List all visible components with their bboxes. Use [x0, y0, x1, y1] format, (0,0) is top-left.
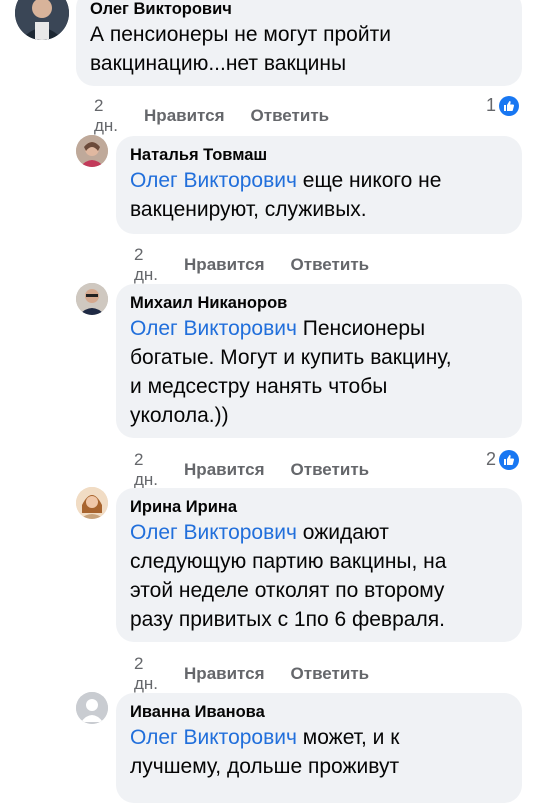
comment-actions: 2 дн. Нравится Ответить [134, 245, 369, 285]
comment-bubble: Ирина Ирина Олег Викторович ожидают след… [116, 488, 522, 642]
avatar[interactable] [76, 283, 108, 315]
comment-text-line: следующую партию вакцины, на [130, 550, 447, 573]
comment-text-line: лучшему, дольше проживут [130, 755, 400, 778]
reaction-count[interactable]: 1 [486, 95, 520, 116]
comment-text-line: разу привитых с 1по 6 февраля. [130, 608, 445, 631]
like-button[interactable]: Нравится [184, 255, 265, 275]
mention-link[interactable]: Олег Викторович [130, 726, 297, 749]
comment-text: Олег Викторович Пенсионеры богатые. Могу… [130, 314, 508, 430]
comment-actions: 2 дн. Нравится Ответить [94, 96, 329, 136]
comment-actions: 2 дн. Нравится Ответить [134, 654, 369, 694]
avatar[interactable] [15, 0, 69, 40]
comment-time[interactable]: 2 дн. [134, 654, 158, 694]
comment-text: Олег Викторович может, и к лучшему, доль… [130, 723, 508, 781]
mention-link[interactable]: Олег Викторович [130, 317, 297, 340]
comment-time[interactable]: 2 дн. [134, 450, 158, 490]
comment-text: Олег Викторович ожидают следующую партию… [130, 518, 508, 634]
comment-actions: 2 дн. Нравится Ответить [134, 450, 369, 490]
avatar-photo-icon [76, 135, 108, 167]
comment-bubble: Наталья Товмаш Олег Викторович еще никог… [116, 136, 522, 234]
avatar[interactable] [76, 487, 108, 519]
reply-button[interactable]: Ответить [291, 460, 370, 480]
comment-text-line: Пенсионеры [296, 317, 426, 340]
comment-author[interactable]: Наталья Товмаш [130, 144, 508, 166]
avatar[interactable] [76, 692, 108, 724]
comment-text-line: этой неделе отколят по второму [130, 579, 445, 602]
reaction-count[interactable]: 2 [486, 449, 520, 470]
avatar[interactable] [76, 135, 108, 167]
comment-text-line: вакцинацию...нет вакцины [90, 52, 347, 75]
like-button[interactable]: Нравится [144, 106, 225, 126]
comment-bubble: Михаил Никаноров Олег Викторович Пенсион… [116, 284, 522, 438]
mention-link[interactable]: Олег Викторович [130, 169, 297, 192]
comment-author[interactable]: Михаил Никаноров [130, 292, 508, 314]
reply-button[interactable]: Ответить [251, 106, 330, 126]
comment-author[interactable]: Ирина Ирина [130, 496, 508, 518]
comment-text-line: уколола.)) [130, 404, 229, 427]
comment-text-line: А пенсионеры не могут пройти [90, 23, 391, 46]
comment-text-line: и медсестру нанять чтобы [130, 375, 388, 398]
thumbs-up-icon [499, 449, 520, 470]
like-button[interactable]: Нравится [184, 664, 265, 684]
comment-text: Олег Викторович еще никого не вакценирую… [130, 166, 508, 224]
reply-button[interactable]: Ответить [291, 664, 370, 684]
mention-link[interactable]: Олег Викторович [130, 521, 297, 544]
reaction-count-label: 1 [486, 95, 497, 115]
comment-time[interactable]: 2 дн. [94, 96, 118, 136]
comment-text-line: вакценируют, служивых. [130, 198, 367, 221]
comment-bubble: Олег Викторович А пенсионеры не могут пр… [76, 0, 522, 86]
comment-time[interactable]: 2 дн. [134, 245, 158, 285]
avatar-photo-icon [15, 0, 69, 40]
comment-author[interactable]: Олег Викторович [90, 0, 508, 20]
comment-text-line: еще никого не [296, 169, 442, 192]
reaction-count-label: 2 [486, 449, 497, 469]
comment-text: А пенсионеры не могут пройти вакцинацию.… [90, 20, 508, 78]
person-silhouette-icon [76, 692, 108, 724]
comment-text-line: может, и к [296, 726, 400, 749]
avatar-photo-icon [76, 487, 108, 519]
comment-text-line: богатые. Могут и купить вакцину, [130, 346, 452, 369]
thumbs-up-icon [499, 95, 520, 116]
comment-text-line: ожидают [296, 521, 389, 544]
like-button[interactable]: Нравится [184, 460, 265, 480]
avatar-photo-icon [76, 283, 108, 315]
comment-author[interactable]: Иванна Иванова [130, 701, 508, 723]
comment-bubble: Иванна Иванова Олег Викторович может, и … [116, 693, 522, 803]
reply-button[interactable]: Ответить [291, 255, 370, 275]
